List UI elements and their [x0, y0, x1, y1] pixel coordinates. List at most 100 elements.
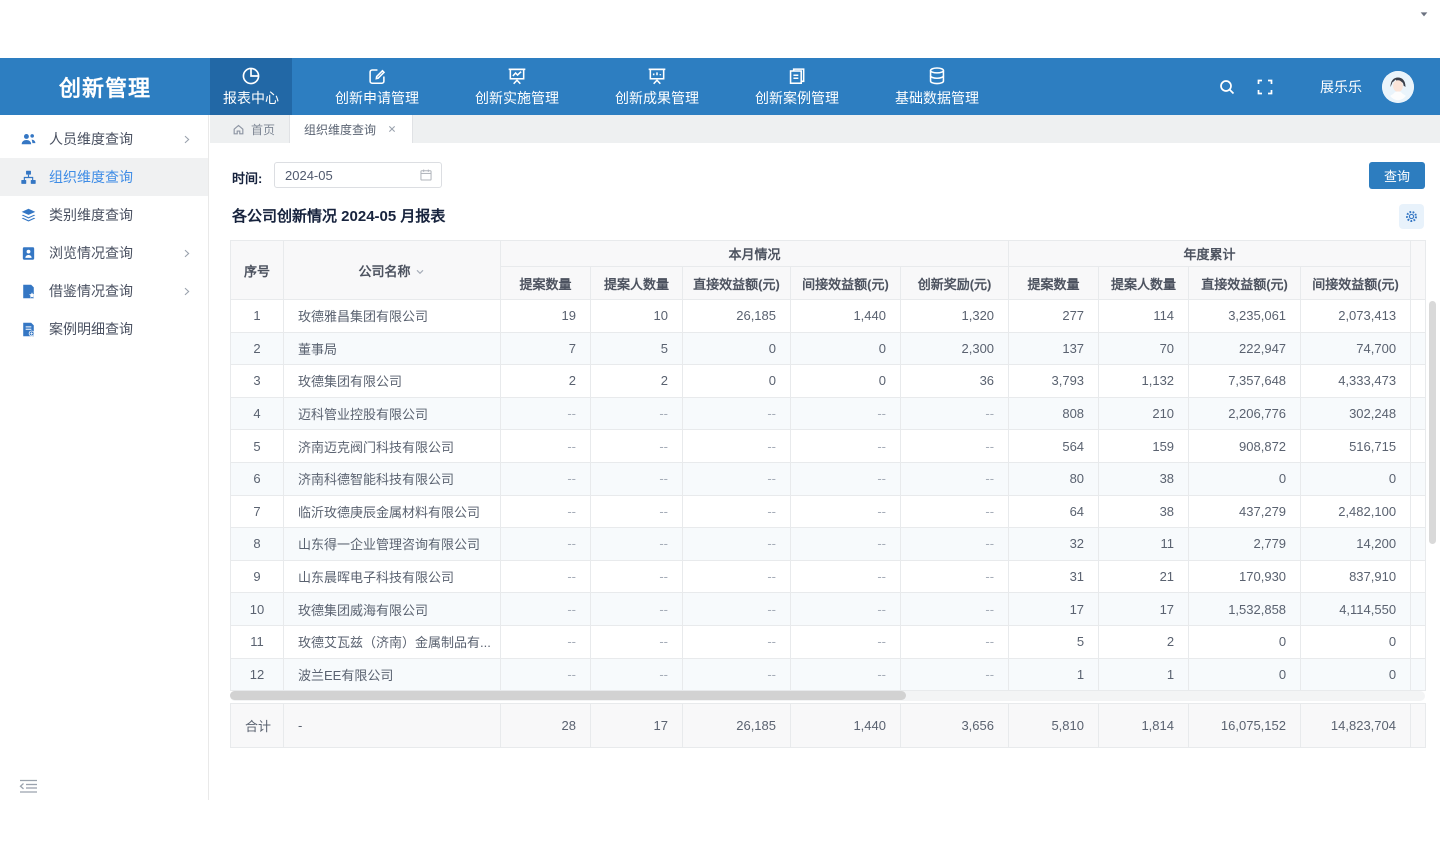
cell-value: 2,073,413: [1301, 300, 1411, 333]
cell-filler: [1411, 704, 1426, 748]
avatar[interactable]: [1382, 71, 1414, 103]
cell-value: --: [791, 397, 901, 430]
cell-value: --: [591, 625, 683, 658]
pie-chart-icon: [241, 66, 261, 86]
total-table-body: 合计-281726,1851,4403,6565,8101,81416,075,…: [231, 704, 1426, 748]
cell-filler: [1411, 397, 1426, 430]
sidebar-item-label: 浏览情况查询: [49, 243, 133, 263]
cell-value: --: [791, 430, 901, 463]
cell-filler: [1411, 495, 1426, 528]
cell-value: --: [591, 658, 683, 691]
cell-value: --: [791, 528, 901, 561]
cell-value: 1,132: [1099, 365, 1189, 398]
query-button[interactable]: 查询: [1369, 162, 1425, 189]
cell-value: 0: [683, 332, 791, 365]
gear-icon[interactable]: [1399, 204, 1424, 229]
col-header-company[interactable]: 公司名称: [284, 241, 501, 300]
sidebar-item-label: 组织维度查询: [49, 167, 133, 187]
org-chart-icon: [20, 169, 37, 186]
cell-value: 11: [1099, 528, 1189, 561]
sidebar-item-4[interactable]: 浏览情况查询: [0, 234, 208, 272]
cell-value: --: [501, 397, 591, 430]
cell-filler: [1411, 462, 1426, 495]
cell-seq: 12: [231, 658, 284, 691]
report-table-wrap: 序号公司名称本月情况年度累计提案数量提案人数量直接效益额(元)间接效益额(元)创…: [230, 240, 1426, 691]
table-row: 12波兰EE有限公司----------1100: [231, 658, 1426, 691]
app-screen: 创新管理 报表中心创新申请管理创新实施管理创新成果管理创新案例管理基础数据管理 …: [0, 0, 1440, 860]
cell-value: 908,872: [1189, 430, 1301, 463]
total-value: 1,814: [1099, 704, 1189, 748]
fullscreen-icon[interactable]: [1256, 78, 1274, 96]
user-name[interactable]: 展乐乐: [1320, 77, 1362, 97]
cell-value: 2: [501, 365, 591, 398]
horizontal-scrollbar-thumb[interactable]: [230, 691, 906, 700]
calendar-icon: [419, 168, 433, 182]
cell-value: 70: [1099, 332, 1189, 365]
cell-value: --: [501, 495, 591, 528]
cell-value: --: [683, 625, 791, 658]
cell-value: 4,114,550: [1301, 593, 1411, 626]
close-icon[interactable]: [386, 123, 398, 135]
cell-value: --: [791, 593, 901, 626]
chevron-right-icon: [181, 248, 192, 259]
cell-value: --: [683, 462, 791, 495]
cell-value: 21: [1099, 560, 1189, 593]
cell-value: --: [501, 528, 591, 561]
tab-2[interactable]: 组织维度查询: [290, 115, 413, 143]
sidebar: 人员维度查询组织维度查询类别维度查询浏览情况查询借鉴情况查询案例明细查询: [0, 115, 209, 800]
cell-value: 14,200: [1301, 528, 1411, 561]
collapse-sidebar-icon[interactable]: [17, 777, 40, 796]
cell-value: 2,206,776: [1189, 397, 1301, 430]
cell-value: 222,947: [1189, 332, 1301, 365]
cell-value: 114: [1099, 300, 1189, 333]
cell-value: 808: [1009, 397, 1099, 430]
time-filter-label: 时间:: [232, 168, 262, 187]
cell-value: 137: [1009, 332, 1099, 365]
nav-item-6[interactable]: 基础数据管理: [882, 58, 992, 115]
time-input[interactable]: 2024-05: [274, 162, 442, 188]
topnav-items: 报表中心创新申请管理创新实施管理 创新成果管理创新案例管理基础数据管理: [210, 58, 992, 115]
nav-item-label: 创新实施管理: [475, 88, 559, 108]
nav-item-4[interactable]: 创新成果管理: [602, 58, 712, 115]
sidebar-item-5[interactable]: 借鉴情况查询: [0, 272, 208, 310]
chevron-right-icon: [181, 134, 192, 145]
sidebar-item-1[interactable]: 人员维度查询: [0, 120, 208, 158]
tab-1[interactable]: 首页: [218, 115, 290, 143]
home-icon: [232, 123, 245, 136]
sidebar-item-6[interactable]: 案例明细查询: [0, 310, 208, 348]
sidebar-item-3[interactable]: 类别维度查询: [0, 196, 208, 234]
cell-seq: 1: [231, 300, 284, 333]
cell-value: 1: [1099, 658, 1189, 691]
cell-value: 1,440: [791, 300, 901, 333]
nav-item-2[interactable]: 创新申请管理: [322, 58, 432, 115]
nav-item-1[interactable]: 报表中心: [210, 58, 292, 115]
col-header-10: 直接效益额(元): [1189, 267, 1301, 300]
total-value: 1,440: [791, 704, 901, 748]
total-value: -: [284, 704, 501, 748]
cell-value: 564: [1009, 430, 1099, 463]
report-table: 序号公司名称本月情况年度累计提案数量提案人数量直接效益额(元)间接效益额(元)创…: [230, 240, 1426, 691]
cell-company: 迈科管业控股有限公司: [284, 397, 501, 430]
table-row: 11玫德艾瓦兹（济南）金属制品有...----------5200: [231, 625, 1426, 658]
col-header-seq: 序号: [231, 241, 284, 300]
cell-value: --: [501, 560, 591, 593]
cell-value: 3,235,061: [1189, 300, 1301, 333]
vertical-scrollbar-thumb[interactable]: [1429, 301, 1436, 544]
cell-value: 159: [1099, 430, 1189, 463]
cell-value: 1,320: [901, 300, 1009, 333]
cell-seq: 2: [231, 332, 284, 365]
sidebar-item-2[interactable]: 组织维度查询: [0, 158, 208, 196]
tab-label: 组织维度查询: [304, 121, 376, 138]
cell-value: 837,910: [1301, 560, 1411, 593]
cell-value: 2: [591, 365, 683, 398]
cell-seq: 5: [231, 430, 284, 463]
cell-value: --: [683, 495, 791, 528]
nav-item-3[interactable]: 创新实施管理: [462, 58, 572, 115]
tab-list-caret-down-icon[interactable]: [1418, 8, 1430, 20]
nav-item-5[interactable]: 创新案例管理: [742, 58, 852, 115]
cell-value: --: [901, 593, 1009, 626]
cell-seq: 10: [231, 593, 284, 626]
cell-value: --: [501, 625, 591, 658]
search-icon[interactable]: [1218, 78, 1236, 96]
cell-company: 山东得一企业管理咨询有限公司: [284, 528, 501, 561]
